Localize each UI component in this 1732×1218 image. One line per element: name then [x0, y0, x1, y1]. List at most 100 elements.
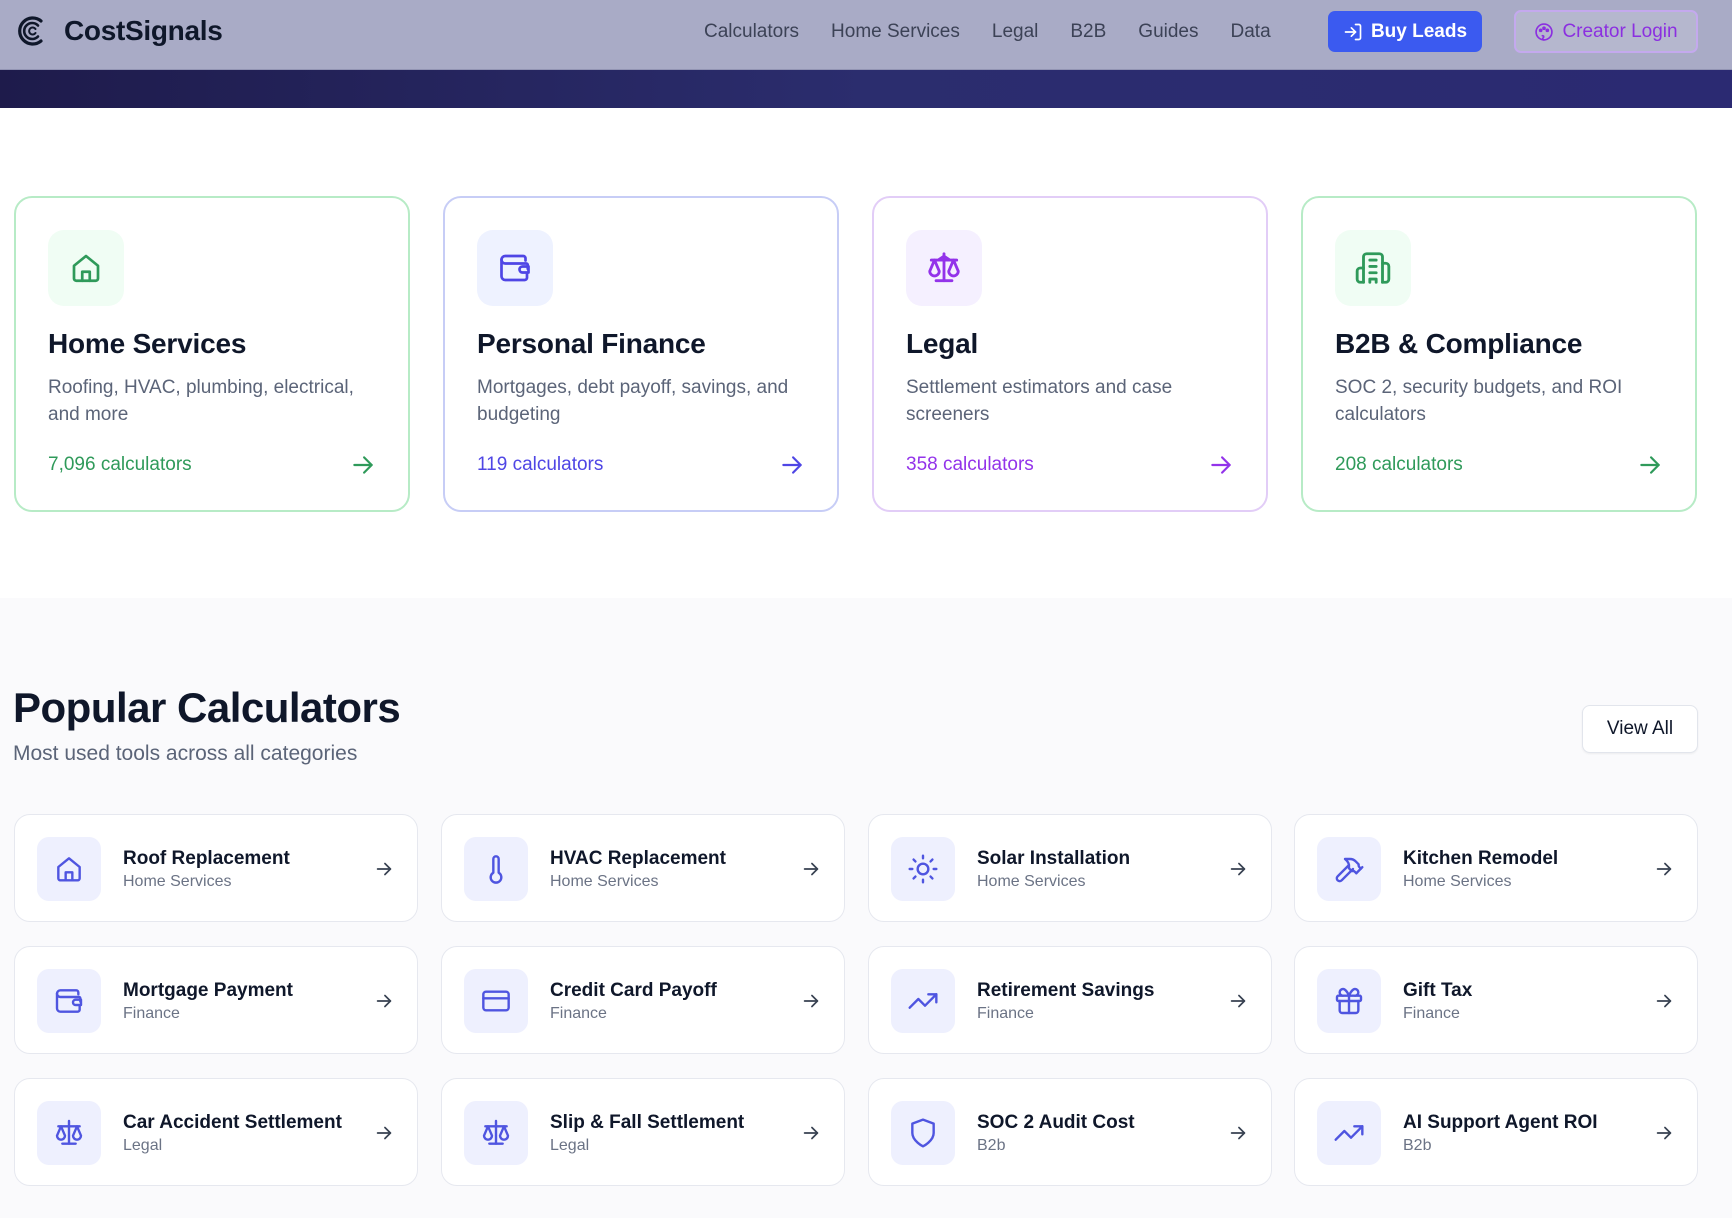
home-icon: [57, 857, 81, 882]
category-count: 119 calculators: [477, 454, 604, 475]
arrow-right-icon: [1656, 994, 1672, 1008]
arrow-right-icon: [803, 994, 819, 1008]
nav-link-data[interactable]: Data: [1231, 21, 1271, 43]
category-description: SOC 2, security budgets, and ROI calcula…: [1335, 377, 1623, 425]
calculator-card-credit-card-payoff[interactable]: Credit Card Payoff Finance: [441, 946, 845, 1054]
calculator-category: Legal: [123, 1137, 163, 1154]
calculator-title: AI Support Agent ROI: [1403, 1112, 1598, 1133]
calculator-title: Credit Card Payoff: [550, 980, 717, 1001]
calculator-title: Kitchen Remodel: [1403, 848, 1559, 869]
calculator-card-hvac-replacement[interactable]: HVAC Replacement Home Services: [441, 814, 845, 922]
arrow-right-icon: [1656, 1126, 1672, 1140]
top-nav: CostSignals Calculators Home Services Le…: [0, 0, 1732, 70]
category-icon-box: [477, 230, 553, 306]
calculator-category: Home Services: [977, 873, 1086, 890]
calculator-title: HVAC Replacement: [550, 848, 726, 869]
arrow-right-icon: [1230, 1126, 1246, 1140]
hammer-icon: [1335, 857, 1364, 883]
arrow-right-icon: [803, 862, 819, 876]
calculator-icon-box: [891, 969, 955, 1033]
category-icon-box: [48, 230, 124, 306]
scale-icon: [928, 252, 960, 283]
buy-leads-label: Buy Leads: [1370, 20, 1468, 42]
arrow-right-icon: [353, 456, 373, 474]
category-count: 7,096 calculators: [48, 454, 192, 475]
calculator-category: Home Services: [1403, 873, 1512, 890]
calculator-category: Home Services: [550, 873, 659, 890]
arrow-right-icon: [376, 994, 392, 1008]
wallet-icon: [55, 989, 83, 1013]
calculator-card-retirement-savings[interactable]: Retirement Savings Finance: [868, 946, 1272, 1054]
nav-link-b2b[interactable]: B2B: [1070, 21, 1106, 43]
credit-card-icon: [482, 990, 510, 1012]
brand-logo[interactable]: CostSignals: [16, 14, 223, 48]
calculator-card-mortgage-payment[interactable]: Mortgage Payment Finance: [14, 946, 418, 1054]
calculator-icon-box: [1317, 837, 1381, 901]
nav-link-legal[interactable]: Legal: [992, 21, 1039, 43]
category-card-legal[interactable]: Legal Settlement estimators and case scr…: [872, 196, 1268, 512]
calculator-icon-box: [464, 837, 528, 901]
arrow-right-icon: [376, 1126, 392, 1140]
calculator-category: Finance: [1403, 1005, 1460, 1022]
scale-icon: [55, 1119, 83, 1145]
nav-link-calculators[interactable]: Calculators: [704, 21, 799, 43]
creator-login-label: Creator Login: [1562, 20, 1678, 42]
calculator-category: Finance: [977, 1005, 1034, 1022]
wallet-icon: [500, 254, 530, 282]
calculator-card-kitchen-remodel[interactable]: Kitchen Remodel Home Services: [1294, 814, 1698, 922]
category-icon-box: [1335, 230, 1411, 306]
arrow-right-icon: [1211, 456, 1231, 474]
category-title: Personal Finance: [477, 328, 706, 359]
brand-name: CostSignals: [64, 15, 223, 46]
category-count: 208 calculators: [1335, 454, 1463, 475]
calculator-category: Finance: [550, 1005, 607, 1022]
buy-leads-button[interactable]: Buy Leads: [1328, 11, 1482, 52]
brand-mark-icon: [18, 16, 43, 46]
calculator-card-soc2-audit-cost[interactable]: SOC 2 Audit Cost B2b: [868, 1078, 1272, 1186]
calculator-card-gift-tax[interactable]: Gift Tax Finance: [1294, 946, 1698, 1054]
calculator-title: Mortgage Payment: [123, 980, 293, 1001]
calculator-card-slip-fall-settlement[interactable]: Slip & Fall Settlement Legal: [441, 1078, 845, 1186]
calculator-title: SOC 2 Audit Cost: [977, 1112, 1135, 1133]
nav-link-guides[interactable]: Guides: [1138, 21, 1198, 43]
scale-icon: [482, 1119, 510, 1145]
calculator-icon-box: [37, 1101, 101, 1165]
trending-up-icon: [908, 993, 938, 1009]
arrow-right-icon: [1230, 994, 1246, 1008]
category-title: Legal: [906, 328, 979, 359]
calculator-category: B2b: [1403, 1137, 1432, 1154]
calculator-title: Slip & Fall Settlement: [550, 1112, 745, 1133]
palette-icon: [1535, 22, 1554, 41]
arrow-right-icon: [1656, 862, 1672, 876]
calculator-icon-box: [1317, 969, 1381, 1033]
category-title: B2B & Compliance: [1335, 328, 1583, 359]
arrow-right-icon: [1230, 862, 1246, 876]
gift-icon: [1335, 987, 1363, 1015]
creator-login-button[interactable]: Creator Login: [1514, 10, 1698, 53]
nav-link-home-services[interactable]: Home Services: [831, 21, 960, 43]
category-card-home-services[interactable]: Home Services Roofing, HVAC, plumbing, e…: [14, 196, 410, 512]
calculator-card-car-accident-settlement[interactable]: Car Accident Settlement Legal: [14, 1078, 418, 1186]
building-icon: [1355, 252, 1391, 284]
calculator-icon-box: [1317, 1101, 1381, 1165]
calculator-card-roof-replacement[interactable]: Roof Replacement Home Services: [14, 814, 418, 922]
arrow-right-icon: [782, 456, 802, 474]
category-description: Mortgages, debt payoff, savings, and bud…: [477, 377, 789, 425]
calculator-icon-box: [891, 1101, 955, 1165]
nav-links: Calculators Home Services Legal B2B Guid…: [704, 0, 1303, 64]
calculator-icon-box: [464, 969, 528, 1033]
sun-icon: [908, 854, 938, 884]
category-card-b2b-compliance[interactable]: B2B & Compliance SOC 2, security budgets…: [1301, 196, 1697, 512]
popular-title: Popular Calculators: [13, 684, 401, 731]
calculator-card-solar-installation[interactable]: Solar Installation Home Services: [868, 814, 1272, 922]
calculator-title: Solar Installation: [977, 848, 1131, 869]
calculator-icon-box: [464, 1101, 528, 1165]
category-card-personal-finance[interactable]: Personal Finance Mortgages, debt payoff,…: [443, 196, 839, 512]
calculator-category: Finance: [123, 1005, 180, 1022]
calculator-card-ai-support-agent-roi[interactable]: AI Support Agent ROI B2b: [1294, 1078, 1698, 1186]
shield-icon: [911, 1118, 935, 1148]
log-in-icon: [1344, 23, 1362, 40]
view-all-button[interactable]: View All: [1582, 705, 1698, 753]
trending-up-icon: [1334, 1125, 1364, 1141]
thermometer-icon: [489, 855, 503, 884]
